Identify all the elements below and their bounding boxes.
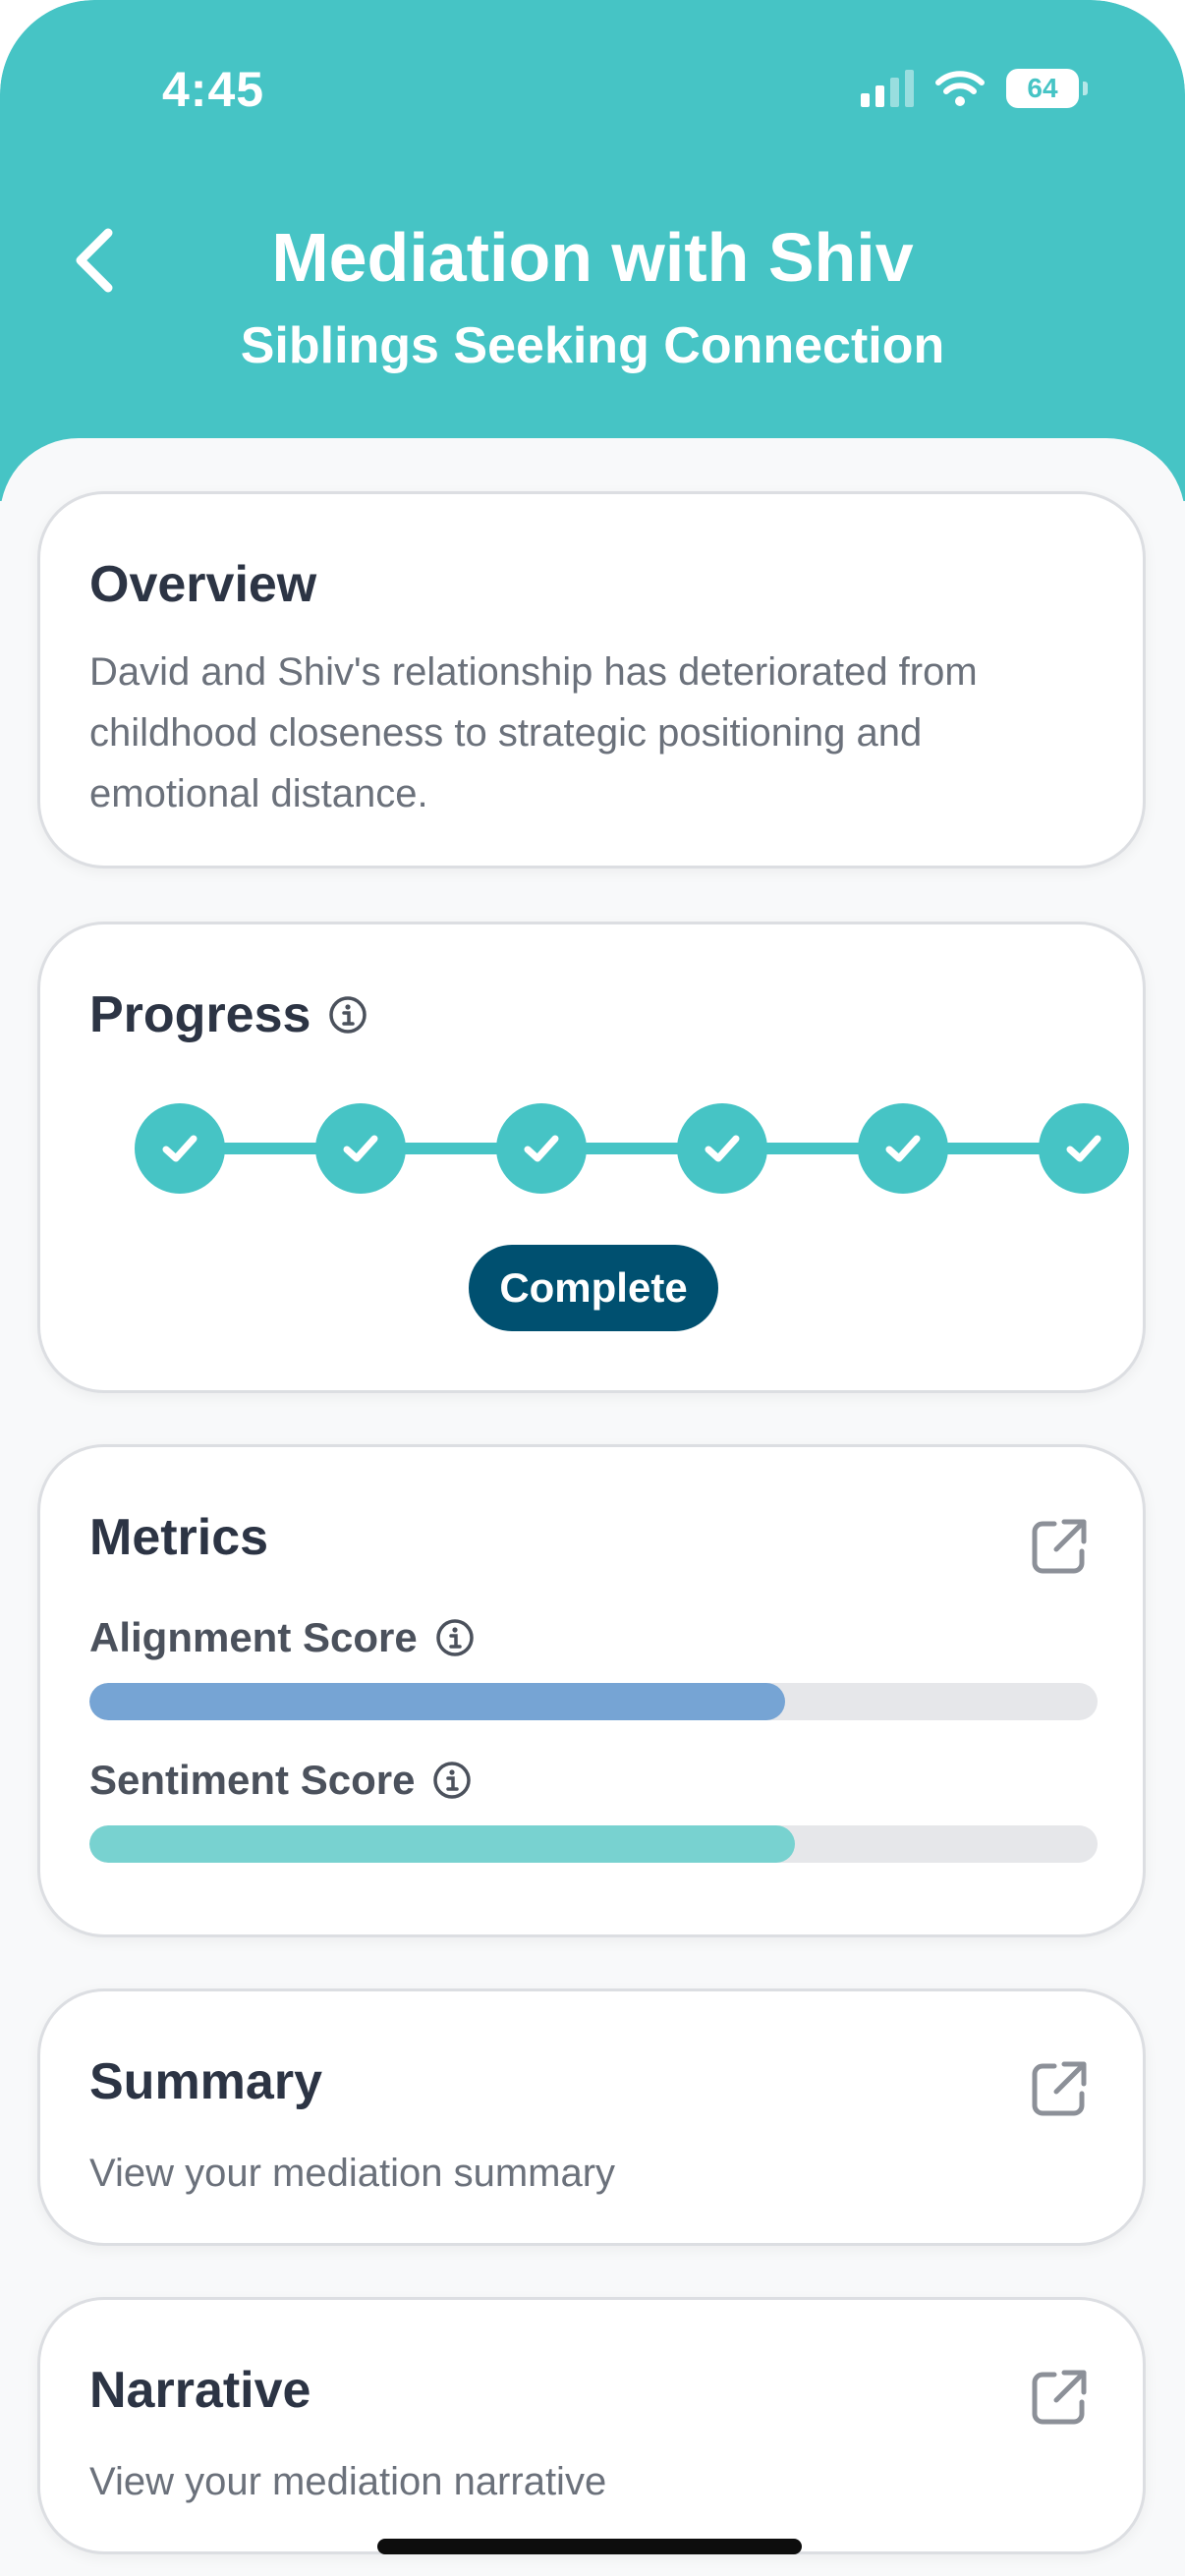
info-icon[interactable]	[432, 1761, 472, 1800]
progress-step	[496, 1103, 587, 1194]
metrics-card: Metrics Alignment Score Sentiment Score	[37, 1444, 1146, 1937]
sentiment-score-bar	[89, 1825, 1098, 1863]
check-icon	[162, 1135, 198, 1162]
check-icon	[885, 1135, 921, 1162]
alignment-score-bar	[89, 1683, 1098, 1720]
wifi-icon	[935, 71, 985, 106]
status-time: 4:45	[162, 62, 265, 117]
narrative-description: View your mediation narrative	[89, 2460, 607, 2503]
external-link-icon[interactable]	[1029, 2367, 1090, 2428]
overview-card: Overview David and Shiv's relationship h…	[37, 491, 1146, 868]
progress-step	[1039, 1103, 1129, 1194]
check-icon	[524, 1135, 559, 1162]
mediation-screen: 4:45 64 Mediation with Shiv Siblings See…	[0, 0, 1185, 2576]
progress-card: Progress Complete	[37, 922, 1146, 1393]
signal-icon	[861, 70, 914, 107]
battery-level: 64	[1027, 73, 1058, 103]
alignment-score-label: Alignment Score	[89, 1614, 418, 1660]
info-icon[interactable]	[435, 1618, 475, 1657]
overview-line: childhood closeness to strategic positio…	[89, 711, 923, 755]
summary-title: Summary	[89, 2053, 322, 2110]
progress-step	[135, 1103, 225, 1194]
status-badge: Complete	[469, 1245, 718, 1331]
progress-step	[315, 1103, 406, 1194]
alignment-score-label-row: Alignment Score	[89, 1614, 475, 1661]
battery-icon: 64	[1006, 69, 1088, 108]
overview-line: David and Shiv's relationship has deteri…	[89, 650, 978, 694]
alignment-score-fill	[89, 1683, 785, 1720]
external-link-icon[interactable]	[1029, 1516, 1090, 1577]
header: 4:45 64 Mediation with Shiv Siblings See…	[0, 0, 1185, 501]
progress-step	[858, 1103, 948, 1194]
progress-step	[677, 1103, 767, 1194]
sentiment-score-label-row: Sentiment Score	[89, 1757, 472, 1804]
page-subtitle: Siblings Seeking Connection	[240, 317, 945, 374]
metrics-title: Metrics	[89, 1509, 269, 1566]
info-icon[interactable]	[328, 995, 367, 1035]
check-icon	[1066, 1135, 1101, 1162]
overview-title: Overview	[89, 556, 317, 613]
narrative-title: Narrative	[89, 2362, 311, 2419]
summary-description: View your mediation summary	[89, 2152, 616, 2195]
progress-title: Progress	[89, 986, 311, 1043]
check-icon	[705, 1135, 740, 1162]
overview-line: emotional distance.	[89, 772, 428, 815]
page-title: Mediation with Shiv	[271, 219, 914, 296]
narrative-card[interactable]: Narrative View your mediation narrative	[37, 2297, 1146, 2554]
sentiment-score-label: Sentiment Score	[89, 1757, 416, 1803]
external-link-icon[interactable]	[1029, 2058, 1090, 2119]
home-indicator[interactable]	[377, 2539, 802, 2554]
sentiment-score-fill	[89, 1825, 796, 1863]
progress-title-row: Progress	[89, 985, 367, 1044]
status-icons: 64	[861, 69, 1088, 108]
progress-steps	[135, 1103, 1129, 1194]
summary-card[interactable]: Summary View your mediation summary	[37, 1988, 1146, 2246]
check-icon	[343, 1135, 378, 1162]
overview-text: David and Shiv's relationship has deteri…	[89, 642, 978, 824]
